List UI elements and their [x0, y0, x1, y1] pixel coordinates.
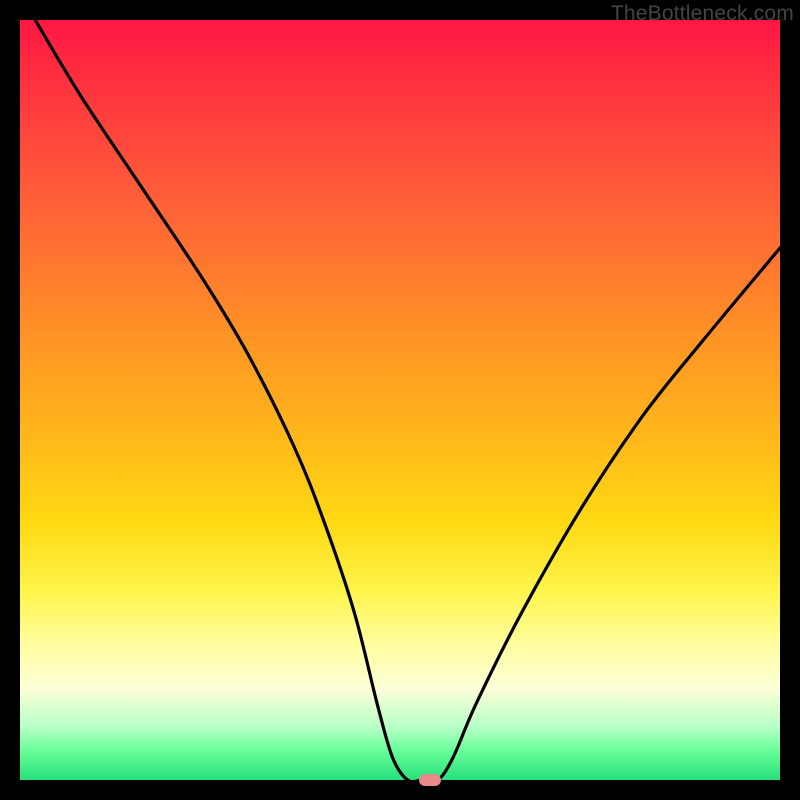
plot-area [20, 20, 780, 780]
watermark-text: TheBottleneck.com [611, 2, 794, 26]
bottleneck-curve [20, 20, 780, 780]
chart-frame: TheBottleneck.com [0, 0, 800, 800]
optimum-marker [419, 774, 441, 786]
